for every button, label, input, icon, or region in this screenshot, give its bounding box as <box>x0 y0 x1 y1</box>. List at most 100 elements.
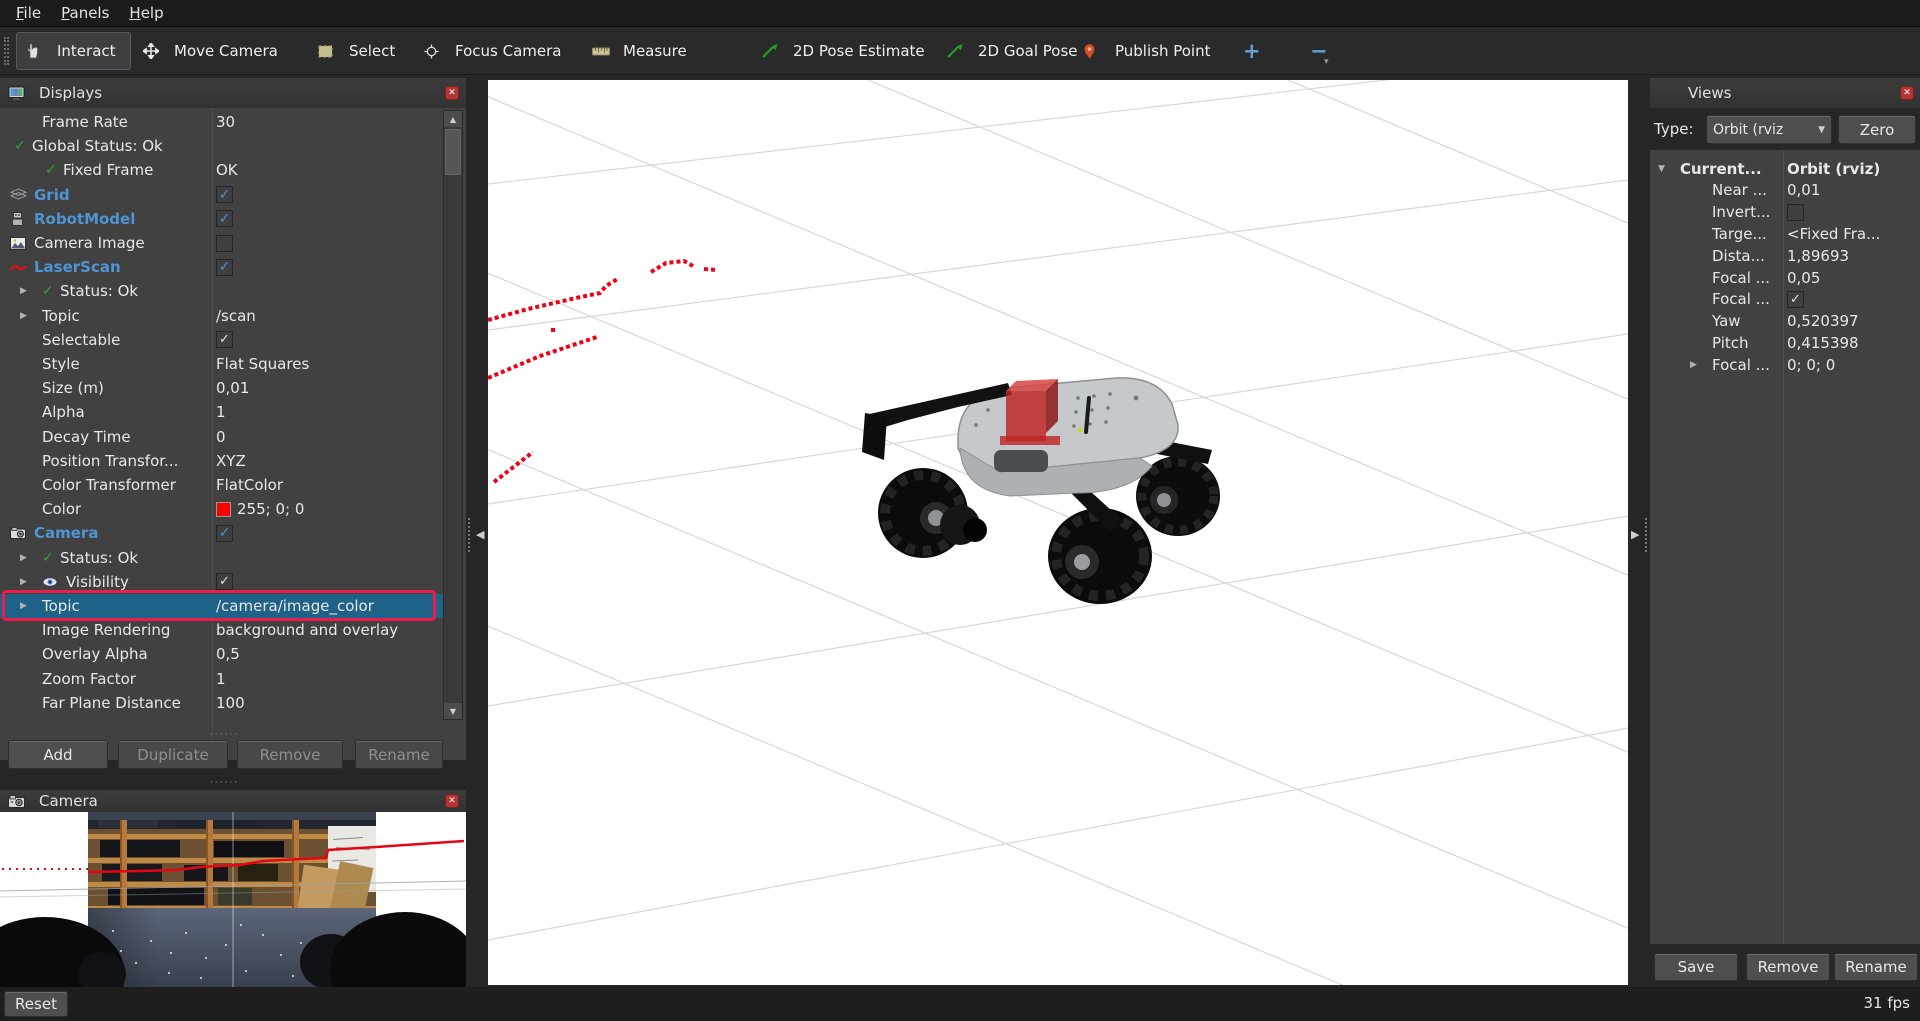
collapse-left-icon[interactable]: ◀ <box>476 528 484 541</box>
close-icon[interactable]: ✕ <box>1900 86 1914 100</box>
tree-row-topic[interactable]: ▶Topic/scan <box>0 304 443 328</box>
close-icon[interactable]: ✕ <box>445 794 459 808</box>
displays-scrollbar[interactable]: ▲ ▼ <box>443 110 463 720</box>
views-row-invert-[interactable]: Invert... <box>1650 202 1920 223</box>
row-value[interactable]: 0; 0; 0 <box>1787 356 1918 374</box>
remove-button[interactable]: Remove <box>237 740 343 769</box>
row-value[interactable]: ✓ <box>212 259 443 276</box>
scroll-down-icon[interactable]: ▼ <box>444 703 462 719</box>
save-view-button[interactable]: Save <box>1654 953 1738 981</box>
views-row-focal-[interactable]: Focal ...✓ <box>1650 289 1920 310</box>
row-value[interactable]: ✓ <box>212 573 443 590</box>
row-value[interactable]: 1 <box>212 403 443 421</box>
checkbox[interactable]: ✓ <box>216 331 233 348</box>
rename-view-button[interactable]: Rename <box>1834 953 1918 981</box>
tree-row-color-transformer[interactable]: Color TransformerFlatColor <box>0 473 443 497</box>
menu-item-file[interactable]: File <box>6 1 51 25</box>
row-value[interactable]: OK <box>212 161 443 179</box>
tree-row-status-ok[interactable]: ▶✓Status: Ok <box>0 279 443 303</box>
tool-select[interactable]: Select <box>318 27 395 75</box>
views-row-current-[interactable]: ▼Current...Orbit (rviz) <box>1650 158 1920 179</box>
tree-row-zoom-factor[interactable]: Zoom Factor1 <box>0 667 443 691</box>
collapse-icon[interactable]: ▼ <box>1658 164 1680 174</box>
tool-focus-camera[interactable]: Focus Camera <box>424 27 561 75</box>
row-value[interactable]: 0,05 <box>1787 269 1918 287</box>
tree-row-laserscan[interactable]: LaserScan✓ <box>0 255 443 279</box>
row-value[interactable]: ✓ <box>212 331 443 348</box>
row-value[interactable]: ✓ <box>212 210 443 227</box>
add-tool-button[interactable]: + <box>1243 27 1261 75</box>
3d-viewport[interactable] <box>488 80 1628 985</box>
row-value[interactable]: 0 <box>212 428 443 446</box>
tree-row-selectable[interactable]: Selectable✓ <box>0 328 443 352</box>
row-value[interactable]: 0,520397 <box>1787 312 1918 330</box>
splitter-handle[interactable] <box>1645 518 1648 552</box>
tree-row-size-m-[interactable]: Size (m)0,01 <box>0 376 443 400</box>
expand-icon[interactable]: ▶ <box>20 553 42 563</box>
row-value[interactable]: <Fixed Fra... <box>1787 225 1918 243</box>
tree-row-style[interactable]: StyleFlat Squares <box>0 352 443 376</box>
tool-publish-point[interactable]: Publish Point <box>1084 27 1210 75</box>
tree-row-frame-rate[interactable]: Frame Rate30 <box>0 110 443 134</box>
row-value[interactable]: FlatColor <box>212 476 443 494</box>
tree-row-camera-image[interactable]: Camera Image <box>0 231 443 255</box>
checkbox[interactable]: ✓ <box>1787 291 1804 308</box>
remove-view-button[interactable]: Remove <box>1746 953 1830 981</box>
splitter-handle[interactable]: ······ <box>210 730 239 740</box>
duplicate-button[interactable]: Duplicate <box>118 740 228 769</box>
row-value[interactable]: 30 <box>212 113 443 131</box>
add-button[interactable]: Add <box>8 740 108 769</box>
row-value[interactable]: 0,5 <box>212 645 443 663</box>
views-row-dista-[interactable]: Dista...1,89693 <box>1650 245 1920 266</box>
tool-2d-pose-estimate[interactable]: 2D Pose Estimate <box>762 27 925 75</box>
tree-row-global-status-ok[interactable]: ✓Global Status: Ok <box>0 134 443 158</box>
tree-row-status-ok[interactable]: ▶✓Status: Ok <box>0 546 443 570</box>
tree-row-camera[interactable]: Camera✓ <box>0 521 443 545</box>
views-row-yaw[interactable]: Yaw0,520397 <box>1650 311 1920 332</box>
splitter-handle[interactable]: ······ <box>210 778 239 788</box>
expand-icon[interactable]: ▶ <box>20 286 42 296</box>
reset-button[interactable]: Reset <box>4 991 68 1017</box>
row-value[interactable]: 1 <box>212 670 443 688</box>
row-value[interactable] <box>1787 204 1918 221</box>
row-value[interactable]: /scan <box>212 307 443 325</box>
view-type-dropdown[interactable]: Orbit (rviz ▼ <box>1706 115 1832 144</box>
tree-row-visibility[interactable]: ▶Visibility✓ <box>0 570 443 594</box>
tree-row-image-rendering[interactable]: Image Renderingbackground and overlay <box>0 618 443 642</box>
expand-icon[interactable]: ▶ <box>1690 360 1712 370</box>
row-value[interactable]: 0,415398 <box>1787 334 1918 352</box>
tree-row-grid[interactable]: Grid✓ <box>0 183 443 207</box>
views-row-focal-[interactable]: ▶Focal ...0; 0; 0 <box>1650 354 1920 375</box>
expand-icon[interactable]: ▶ <box>20 601 42 611</box>
remove-tool-button[interactable]: − ▾ <box>1310 27 1328 75</box>
tool-2d-goal-pose[interactable]: 2D Goal Pose <box>947 27 1078 75</box>
menu-item-help[interactable]: Help <box>119 1 173 25</box>
splitter-handle[interactable] <box>468 518 471 552</box>
row-value[interactable]: Flat Squares <box>212 355 443 373</box>
checkbox[interactable]: ✓ <box>216 259 233 276</box>
toolbar-drag-handle[interactable] <box>4 37 9 65</box>
row-value[interactable]: XYZ <box>212 452 443 470</box>
tree-row-alpha[interactable]: Alpha1 <box>0 400 443 424</box>
views-row-targe-[interactable]: Targe...<Fixed Fra... <box>1650 223 1920 244</box>
menu-item-panels[interactable]: Panels <box>51 1 119 25</box>
collapse-right-icon[interactable]: ▶ <box>1631 528 1639 541</box>
checkbox[interactable]: ✓ <box>216 186 233 203</box>
row-value[interactable]: background and overlay <box>212 621 443 639</box>
scrollbar-thumb[interactable] <box>445 129 461 175</box>
views-row-focal-[interactable]: Focal ...0,05 <box>1650 267 1920 288</box>
row-value[interactable]: 255; 0; 0 <box>212 500 443 518</box>
checkbox[interactable] <box>1787 204 1804 221</box>
row-value[interactable]: 0,01 <box>212 379 443 397</box>
color-swatch[interactable] <box>216 502 231 517</box>
views-row-pitch[interactable]: Pitch0,415398 <box>1650 332 1920 353</box>
row-value[interactable]: /camera/image_color <box>212 597 443 615</box>
row-value[interactable]: 100 <box>212 694 443 712</box>
tree-row-far-plane-distance[interactable]: Far Plane Distance100 <box>0 691 443 715</box>
tree-row-fixed-frame[interactable]: ✓Fixed FrameOK <box>0 158 443 182</box>
rename-button[interactable]: Rename <box>355 740 443 769</box>
row-value[interactable]: Orbit (rviz) <box>1787 160 1918 178</box>
tool-interact[interactable]: Interact <box>16 32 131 70</box>
tool-move-camera[interactable]: Move Camera <box>143 27 278 75</box>
tree-row-overlay-alpha[interactable]: Overlay Alpha0,5 <box>0 642 443 666</box>
